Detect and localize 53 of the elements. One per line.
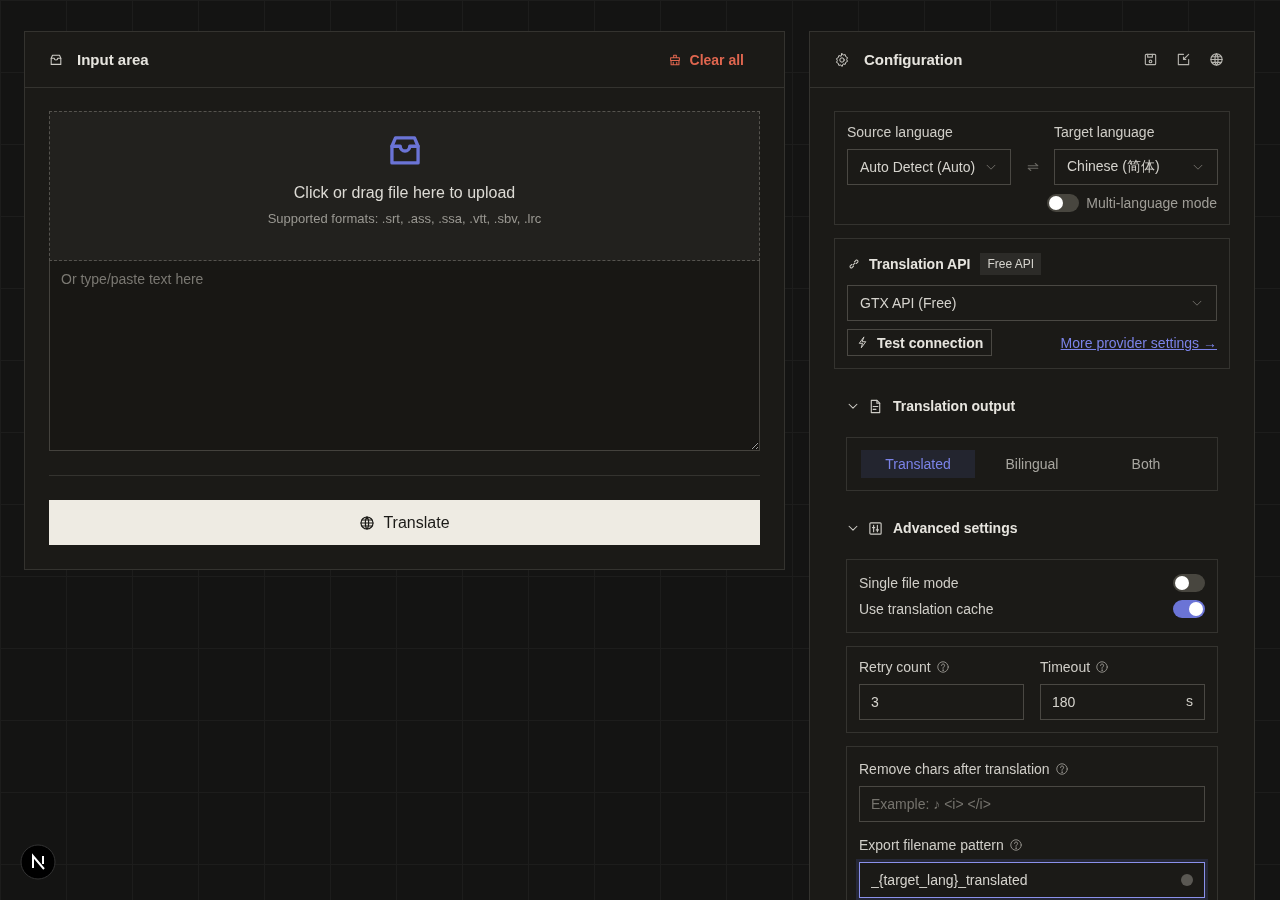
text-input-area[interactable]: Or type/paste text here <box>49 261 760 451</box>
field-label: Source language <box>847 124 954 140</box>
help-icon <box>1095 660 1110 674</box>
clear-all-button[interactable]: Clear all <box>667 51 744 68</box>
help-icon <box>1008 838 1023 852</box>
help-icon <box>1054 762 1069 776</box>
remove-chars-field[interactable]: Example: ♪ <i> </i> <box>859 786 1205 822</box>
test-connection-button[interactable]: Test connection <box>847 329 993 356</box>
edit-icon <box>1176 52 1191 67</box>
settings-icon <box>834 51 850 68</box>
field-label: Timeout <box>1040 659 1091 675</box>
field-label: Export filename pattern <box>859 837 1004 853</box>
dropdown[interactable]: Chinese (简体) <box>1054 149 1218 185</box>
panel-title: Input area <box>77 51 149 68</box>
document-icon <box>868 398 883 414</box>
section-title: Translation API <box>869 256 971 272</box>
help-icon <box>935 660 950 674</box>
toggle-switch[interactable] <box>1047 194 1080 212</box>
upload-formats: Supported formats: .srt, .ass, .ssa, .vtt, .sbv, .lrc <box>267 211 542 226</box>
link-icon <box>847 257 861 271</box>
field-label: Retry count <box>859 659 931 675</box>
toggle-switch[interactable] <box>1173 574 1205 592</box>
unit-label: s <box>1186 693 1193 709</box>
toggle-label: Single file mode <box>859 575 959 591</box>
retry-count-field[interactable]: 3 <box>859 684 1024 720</box>
toggle-label: Multi-language mode <box>1086 195 1217 211</box>
translate-button[interactable]: Translate <box>49 500 760 545</box>
globe-icon <box>1209 52 1224 67</box>
output-option[interactable]: Translated <box>861 450 975 478</box>
upload-dropzone[interactable]: Click or drag file here to upload Supported formats: .srt, .ass, .ssa, .vtt, .sbv, .lrc <box>49 111 760 261</box>
upload-title: Click or drag file here to upload <box>293 184 516 202</box>
dropdown[interactable]: Auto Detect (Auto) <box>847 149 1011 185</box>
field-label: Remove chars after translation <box>859 761 1050 777</box>
panel-title: Configuration <box>864 51 963 68</box>
dropdown[interactable]: GTX API (Free) <box>847 285 1217 321</box>
swap-icon <box>1025 160 1040 174</box>
toggle-switch[interactable] <box>1173 600 1205 618</box>
free-api-badge: Free API <box>980 253 1042 275</box>
filename-pattern-field[interactable]: _{target_lang}_translated <box>859 862 1205 898</box>
output-option[interactable]: Both <box>1089 450 1203 478</box>
timeout-field[interactable]: 180 s <box>1040 684 1205 720</box>
output-option[interactable]: Bilingual <box>975 450 1089 478</box>
toggle-label: Use translation cache <box>859 601 994 617</box>
save-icon <box>1143 52 1158 67</box>
inbox-icon <box>49 52 63 67</box>
app-logo-icon[interactable] <box>20 844 56 880</box>
globe-icon <box>359 514 376 531</box>
field-label: Target language <box>1054 124 1156 140</box>
more-provider-settings-link[interactable]: More provider settings → <box>1060 334 1217 351</box>
section-title[interactable]: Translation output <box>893 398 1016 414</box>
lightning-icon <box>856 336 869 349</box>
sliders-icon <box>868 520 883 536</box>
section-title[interactable]: Advanced settings <box>893 520 1018 536</box>
